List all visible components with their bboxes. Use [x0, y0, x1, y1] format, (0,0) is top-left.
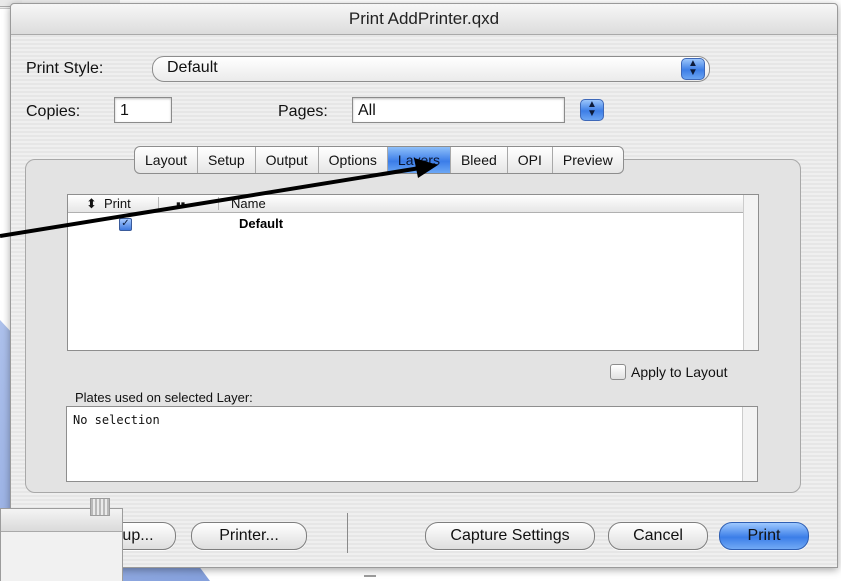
plates-list[interactable]: No selection [66, 406, 758, 482]
tab-bar: Layout Setup Output Options Layers Bleed… [134, 146, 624, 174]
copies-field[interactable]: 1 [114, 97, 172, 123]
print-style-popup[interactable]: Default ▲ ▼ [152, 56, 710, 82]
print-style-label: Print Style: [26, 60, 104, 77]
screenshot-stage: Print AddPrinter.qxd Print Style: Defaul… [0, 0, 841, 581]
column-header-print[interactable]: Print [104, 195, 131, 212]
button-separator [347, 513, 348, 553]
sort-arrows-icon[interactable]: ⬍ [86, 195, 97, 212]
tab-bleed[interactable]: Bleed [451, 147, 508, 173]
column-separator [218, 197, 219, 210]
document-icon [90, 498, 110, 516]
table-header: ⬍ Print ▪▪ Name [68, 195, 758, 213]
apply-to-layout-label[interactable]: Apply to Layout [631, 364, 728, 380]
print-button[interactable]: Print [719, 522, 809, 550]
plates-label: Plates used on selected Layer: [75, 390, 253, 405]
layers-table[interactable]: ⬍ Print ▪▪ Name ✓ Default [67, 194, 759, 351]
plates-value: No selection [73, 413, 160, 427]
pages-label: Pages: [278, 103, 328, 120]
background-window-fragment [0, 508, 123, 581]
tab-layers[interactable]: Layers [387, 147, 451, 173]
dialog-title: Print AddPrinter.qxd [11, 4, 837, 35]
tab-options[interactable]: Options [319, 147, 388, 173]
tab-opi[interactable]: OPI [508, 147, 553, 173]
apply-to-layout-checkbox[interactable] [610, 364, 626, 380]
table-scrollbar[interactable] [743, 195, 758, 350]
bottom-divider [364, 575, 376, 577]
tab-output[interactable]: Output [256, 147, 319, 173]
pages-popup-arrows-icon[interactable]: ▲ ▼ [580, 99, 604, 121]
column-header-name[interactable]: Name [231, 195, 266, 212]
printer-button[interactable]: Printer... [191, 522, 307, 550]
popup-arrows-icon: ▲ ▼ [681, 58, 705, 80]
print-style-value: Default [167, 59, 218, 76]
layer-name: Default [239, 216, 284, 231]
tab-setup[interactable]: Setup [198, 147, 256, 173]
plates-scrollbar[interactable] [742, 407, 757, 481]
tab-layout[interactable]: Layout [135, 147, 199, 173]
table-row[interactable]: ✓ Default [68, 215, 743, 231]
capture-settings-button[interactable]: Capture Settings [425, 522, 595, 550]
layer-color-icon[interactable]: ▪▪ [176, 195, 185, 212]
print-checkbox[interactable]: ✓ [119, 218, 132, 231]
pages-field[interactable]: All [352, 97, 565, 123]
tab-preview[interactable]: Preview [553, 147, 623, 173]
copies-label: Copies: [26, 103, 81, 120]
cancel-button[interactable]: Cancel [608, 522, 708, 550]
column-separator [158, 197, 159, 210]
